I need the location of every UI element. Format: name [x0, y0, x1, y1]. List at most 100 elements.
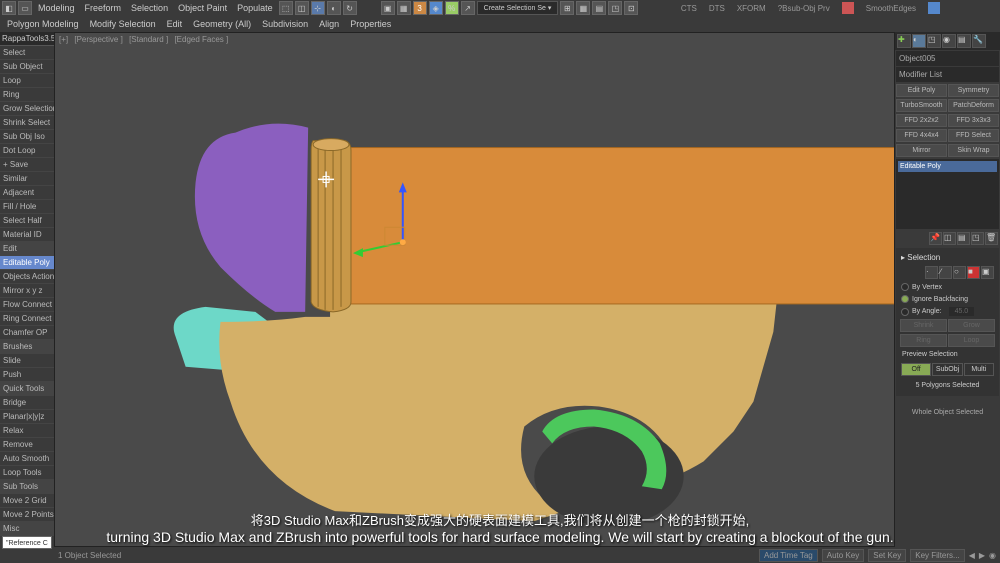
sidebar-item[interactable]: Remove	[0, 438, 54, 452]
sidebar-item[interactable]: Select Half	[0, 214, 54, 228]
tool-icon[interactable]: ▦	[397, 1, 411, 15]
tool-icon[interactable]: ▣	[381, 1, 395, 15]
menu-geometry[interactable]: Geometry (All)	[188, 17, 256, 31]
ring-btn[interactable]: Ring	[900, 334, 947, 347]
sidebar-item[interactable]: Sub Object	[0, 60, 54, 74]
modifier-btn[interactable]: FFD 2x2x2	[896, 114, 947, 127]
modifier-btn[interactable]: Mirror	[896, 144, 947, 157]
sidebar-item[interactable]: Fill / Hole	[0, 200, 54, 214]
tool-icon[interactable]: ⊞	[560, 1, 574, 15]
label-smoothedges[interactable]: SmoothEdges	[866, 4, 916, 13]
sidebar-item[interactable]: Quick Tools	[0, 382, 54, 396]
sidebar-item[interactable]: Loop	[0, 74, 54, 88]
sidebar-item[interactable]: Editable Poly	[0, 256, 54, 270]
sidebar-item[interactable]: Select	[0, 46, 54, 60]
sidebar-item[interactable]: Bridge	[0, 396, 54, 410]
tool-icon[interactable]: ⊡	[624, 1, 638, 15]
tool-icon[interactable]: ◐	[327, 1, 341, 15]
sidebar-item[interactable]: Similar	[0, 172, 54, 186]
sidebar-item[interactable]: Adjacent	[0, 186, 54, 200]
setkey-btn[interactable]: Set Key	[868, 549, 906, 562]
tool-icon[interactable]: ⊹	[311, 1, 325, 15]
sidebar-item[interactable]: + Save	[0, 158, 54, 172]
vp-edged[interactable]: [Edged Faces ]	[172, 35, 230, 44]
sidebar-item[interactable]: Slide	[0, 354, 54, 368]
sidebar-item[interactable]: Chamfer OP	[0, 326, 54, 340]
tool-icon[interactable]: 3	[413, 1, 427, 15]
object-name-field[interactable]: Object005	[896, 51, 999, 66]
menu-polygon[interactable]: Polygon Modeling	[2, 17, 84, 31]
nav-icon[interactable]: ▶	[979, 551, 985, 560]
modifier-btn[interactable]: TurboSmooth	[896, 99, 947, 112]
sidebar-item[interactable]: Move 2 Points	[0, 508, 54, 522]
display-tab[interactable]: ▤	[957, 34, 971, 48]
menu-selection[interactable]: Selection	[127, 1, 172, 15]
dropdown[interactable]: Create Selection Se ▾	[477, 1, 559, 15]
stack-editablepoly[interactable]: Editable Poly	[898, 161, 997, 172]
stack-icon[interactable]: ◫	[943, 232, 956, 245]
sidebar-item[interactable]: Dot Loop	[0, 144, 54, 158]
sidebar-item[interactable]: Shrink Select	[0, 116, 54, 130]
tool-icon[interactable]: ↻	[343, 1, 357, 15]
stack-icon[interactable]: ▤	[957, 232, 970, 245]
backfacing-check[interactable]	[901, 295, 909, 303]
viewport[interactable]: [+] [Perspective ] [Standard ] [Edged Fa…	[54, 32, 895, 547]
menu-modeling[interactable]: Modeling	[34, 1, 79, 15]
menu-align[interactable]: Align	[314, 17, 344, 31]
preview-subobj[interactable]: SubObj	[932, 363, 962, 376]
vertex-mode[interactable]: ·	[925, 266, 938, 279]
sidebar-item[interactable]: Ring Connect	[0, 312, 54, 326]
sidebar-item[interactable]: Relax	[0, 424, 54, 438]
vp-persp[interactable]: [Perspective ]	[72, 35, 124, 44]
modifier-btn[interactable]: FFD Select	[948, 129, 999, 142]
shrink-btn[interactable]: Shrink	[900, 319, 947, 332]
modifier-btn[interactable]: FFD 3x3x3	[948, 114, 999, 127]
sidebar-item[interactable]: Grow Selection	[0, 102, 54, 116]
nav-icon[interactable]: ◉	[989, 551, 996, 560]
sidebar-item[interactable]: Edit	[0, 242, 54, 256]
sidebar-item[interactable]: Move 2 Grid	[0, 494, 54, 508]
nav-icon[interactable]: ◀	[969, 551, 975, 560]
reference-corner[interactable]: "Reference C	[2, 536, 52, 549]
sidebar-item[interactable]: Misc	[0, 522, 54, 536]
tool-icon[interactable]: ◳	[608, 1, 622, 15]
tool-icon[interactable]: ◈	[429, 1, 443, 15]
selection-header[interactable]: ▸ Selection	[899, 251, 996, 264]
viewport-canvas[interactable]	[55, 33, 894, 546]
poly-mode[interactable]: ■	[967, 266, 980, 279]
preview-multi[interactable]: Multi	[964, 363, 994, 376]
modifier-stack[interactable]: Editable Poly	[896, 159, 999, 229]
modifier-btn[interactable]: Edit Poly	[896, 84, 947, 97]
sidebar-item[interactable]: Ring	[0, 88, 54, 102]
border-mode[interactable]: ○	[953, 266, 966, 279]
loop-btn[interactable]: Loop	[948, 334, 995, 347]
stack-icon[interactable]: ◳	[971, 232, 984, 245]
modifier-list-dropdown[interactable]: Modifier List	[896, 67, 999, 82]
sidebar-item[interactable]: Material ID	[0, 228, 54, 242]
tool-icon[interactable]: ▤	[592, 1, 606, 15]
tool-icon[interactable]: ⬚	[279, 1, 293, 15]
autokey-btn[interactable]: Auto Key	[822, 549, 864, 562]
menu-objectpaint[interactable]: Object Paint	[174, 1, 231, 15]
tool-icon[interactable]: ▭	[18, 1, 32, 15]
menu-properties[interactable]: Properties	[345, 17, 396, 31]
modifier-btn[interactable]: Skin Wrap	[948, 144, 999, 157]
pin-icon[interactable]: 📌	[929, 232, 942, 245]
tool-icon[interactable]: ▦	[576, 1, 590, 15]
menu-freeform[interactable]: Freeform	[81, 1, 126, 15]
label-xform[interactable]: XFORM	[737, 4, 766, 13]
sidebar-item[interactable]: Sub Obj Iso	[0, 130, 54, 144]
motion-tab[interactable]: ◉	[942, 34, 956, 48]
label-subobj[interactable]: ?Bsub-Obj Prv	[778, 4, 830, 13]
element-mode[interactable]: ▣	[981, 266, 994, 279]
tool-icon[interactable]: ↗	[461, 1, 475, 15]
trash-icon[interactable]: 🗑	[985, 232, 998, 245]
tool-icon[interactable]: ◫	[295, 1, 309, 15]
sidebar-item[interactable]: Brushes	[0, 340, 54, 354]
sidebar-item[interactable]: Push	[0, 368, 54, 382]
tool-icon[interactable]: ◧	[2, 1, 16, 15]
preview-off[interactable]: Off	[901, 363, 931, 376]
tool-icon[interactable]	[928, 2, 940, 14]
grow-btn[interactable]: Grow	[948, 319, 995, 332]
menu-modifysel[interactable]: Modify Selection	[85, 17, 161, 31]
